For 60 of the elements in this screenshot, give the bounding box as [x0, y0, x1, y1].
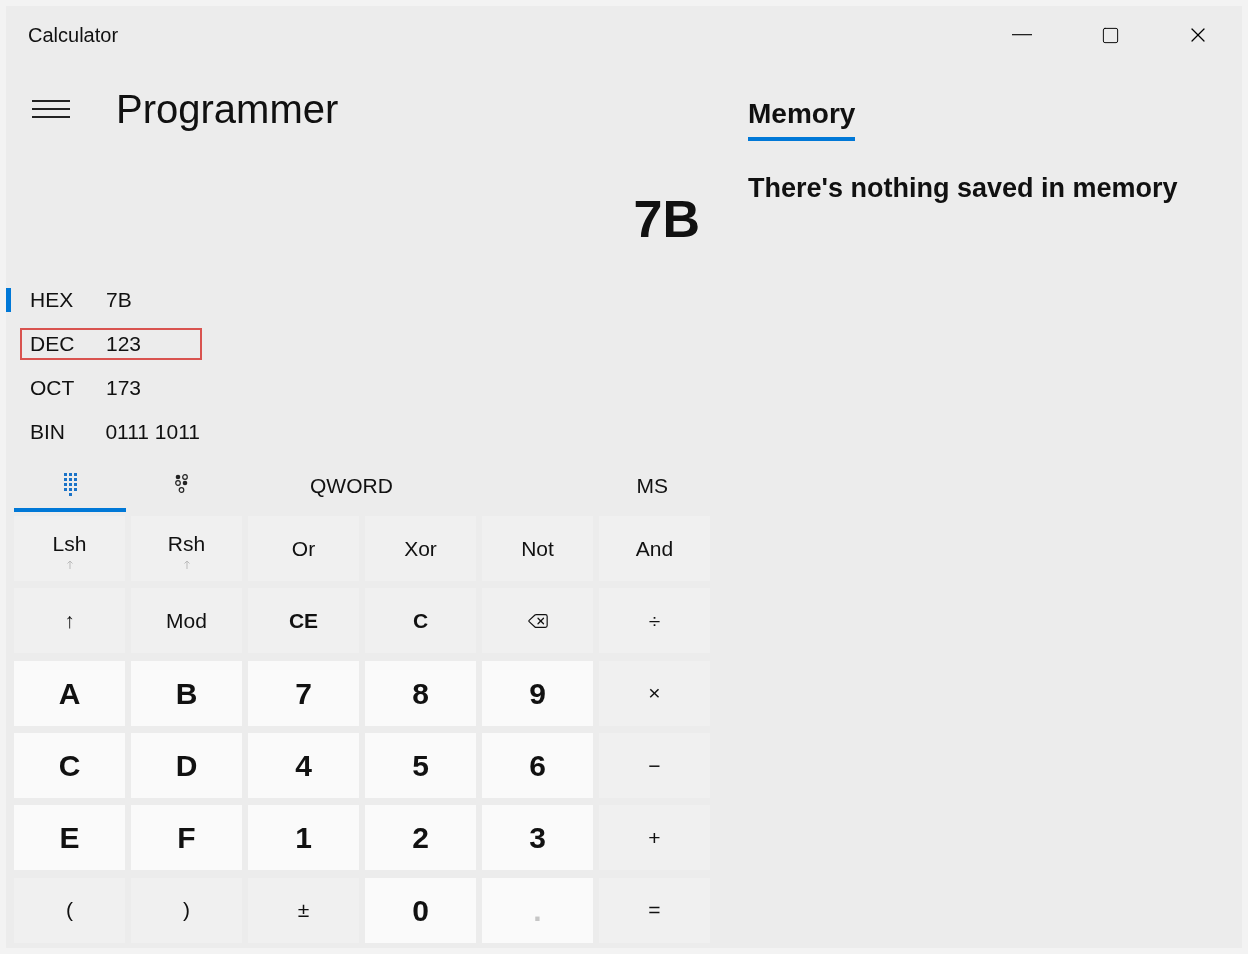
minimize-icon [1012, 34, 1032, 36]
calculator-key[interactable]: CE [248, 588, 359, 654]
calculator-key[interactable]: 3 [482, 805, 593, 871]
calculator-key[interactable]: And [599, 516, 710, 581]
memory-store-button[interactable]: MS [624, 464, 680, 508]
radix-value: 0111 1011 [105, 419, 200, 446]
word-size-button[interactable]: QWORD [298, 464, 405, 508]
calculator-key[interactable]: Or [248, 516, 359, 581]
calculator-key[interactable]: F [131, 805, 242, 871]
calculator-key[interactable]: 1 [248, 805, 359, 871]
calculator-key[interactable]: ) [131, 877, 242, 943]
calculator-key[interactable]: 0 [365, 877, 476, 943]
dots-icon [175, 474, 189, 494]
radix-row[interactable]: DEC 123 [20, 328, 202, 360]
calculator-key[interactable]: C [365, 588, 476, 654]
calculator-key[interactable]: 8 [365, 660, 476, 726]
radix-label: OCT [30, 375, 76, 402]
calculator-key[interactable]: B [131, 660, 242, 726]
mode-title: Programmer [116, 86, 339, 133]
calculator-key[interactable]: ± [248, 877, 359, 943]
calculator-key[interactable]: Rsh [131, 516, 242, 581]
calculator-key[interactable]: E [14, 805, 125, 871]
calculator-key[interactable]: + [599, 805, 710, 871]
calculator-key[interactable]: Mod [131, 588, 242, 654]
radix-label: HEX [30, 287, 75, 314]
radix-value: 173 [106, 375, 142, 402]
calculator-key[interactable]: 9 [482, 660, 593, 726]
keypad-icon [63, 472, 77, 496]
calculator-key[interactable]: C [14, 733, 125, 798]
display-value: 7B [633, 189, 700, 250]
arrow-up-icon [183, 559, 190, 569]
calculator-key[interactable]: Lsh [14, 516, 125, 581]
calculator-key[interactable]: 2 [365, 805, 476, 871]
calculator-key[interactable]: D [131, 733, 242, 798]
maximize-icon [1100, 25, 1120, 45]
calculator-key[interactable]: 5 [365, 733, 476, 798]
calculator-key[interactable]: 4 [248, 733, 359, 798]
radix-row[interactable]: HEX 7B [20, 284, 202, 316]
calculator-key[interactable]: ( [14, 877, 125, 943]
memory-tab[interactable]: Memory [748, 93, 856, 141]
calculator-key[interactable]: 6 [482, 733, 593, 798]
calculator-key[interactable]: × [599, 660, 710, 726]
calculator-key[interactable]: Not [482, 516, 593, 581]
calculator-key[interactable] [482, 588, 593, 654]
calculator-key[interactable]: ↑ [14, 588, 125, 654]
calculator-key[interactable]: A [14, 660, 125, 726]
radix-label: BIN [30, 419, 66, 446]
calculator-key[interactable]: Xor [365, 516, 476, 581]
calculator-key[interactable]: − [599, 733, 710, 798]
memory-empty-message: There's nothing saved in memory [748, 172, 1179, 205]
arrow-up-icon [66, 559, 73, 569]
radix-value: 7B [106, 287, 132, 314]
window-title: Calculator [28, 23, 119, 48]
radix-row[interactable]: BIN 0111 1011 [20, 416, 202, 448]
calculator-key[interactable]: 7 [248, 660, 359, 726]
calculator-key[interactable]: ÷ [599, 588, 710, 654]
calculator-key[interactable]: = [599, 877, 710, 943]
radix-row[interactable]: OCT 173 [20, 372, 202, 404]
radix-value: 123 [106, 331, 142, 358]
radix-label: DEC [30, 331, 76, 358]
